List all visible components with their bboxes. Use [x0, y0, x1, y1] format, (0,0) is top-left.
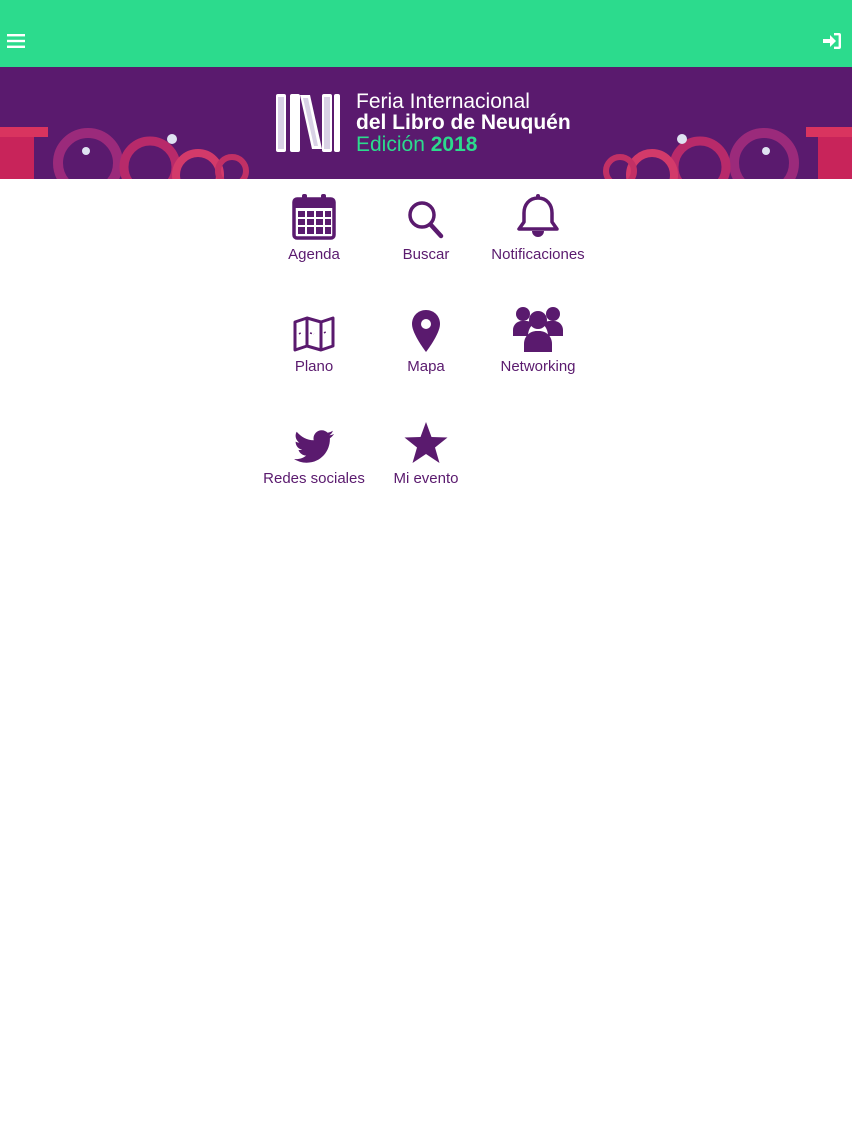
tile-plano[interactable]: Plano: [258, 300, 370, 400]
tile-label: Agenda: [288, 246, 340, 263]
sign-in-icon: [823, 33, 841, 49]
twitter-icon: [294, 430, 334, 463]
tile-label: Mapa: [407, 358, 445, 375]
folded-map-icon: [293, 316, 335, 352]
hamburger-menu-icon: [7, 34, 25, 48]
menu-button[interactable]: [4, 29, 28, 53]
bell-icon: [517, 194, 559, 237]
banner-title-line1: Feria Internacional: [356, 90, 530, 113]
tile-networking[interactable]: Networking: [482, 300, 594, 400]
tile-label: Redes sociales: [263, 470, 365, 487]
tile-label: Mi evento: [393, 470, 459, 487]
banner-title: Feria Internacional del Libro de Neuquén…: [356, 91, 616, 156]
tile-label: Buscar: [402, 246, 450, 263]
fair-logo: [276, 94, 340, 152]
banner-title-line2: del Libro de Neuquén: [356, 111, 571, 134]
tile-mi-evento[interactable]: Mi evento: [370, 412, 482, 512]
tile-notificaciones[interactable]: Notificaciones: [482, 188, 594, 288]
tile-agenda[interactable]: Agenda: [258, 188, 370, 288]
tile-redes-sociales[interactable]: Redes sociales: [258, 412, 370, 512]
banner-edition-year: 2018: [430, 133, 478, 156]
star-icon: [404, 422, 448, 463]
users-icon: [513, 307, 563, 352]
top-app-bar: [0, 0, 852, 67]
tile-buscar[interactable]: Buscar: [370, 188, 482, 288]
tile-mapa[interactable]: Mapa: [370, 300, 482, 400]
banner-edition-prefix: Edición: [356, 133, 431, 156]
calendar-icon: [292, 194, 336, 240]
banner-edition: Edición 2018: [356, 134, 616, 156]
search-icon: [408, 201, 444, 239]
event-banner: Feria Internacional del Libro de Neuquén…: [0, 67, 852, 179]
tile-label: Plano: [294, 358, 334, 375]
tile-label: Notificaciones: [491, 246, 585, 263]
login-button[interactable]: [820, 29, 844, 53]
tile-label: Networking: [500, 358, 576, 375]
map-marker-icon: [412, 310, 440, 352]
